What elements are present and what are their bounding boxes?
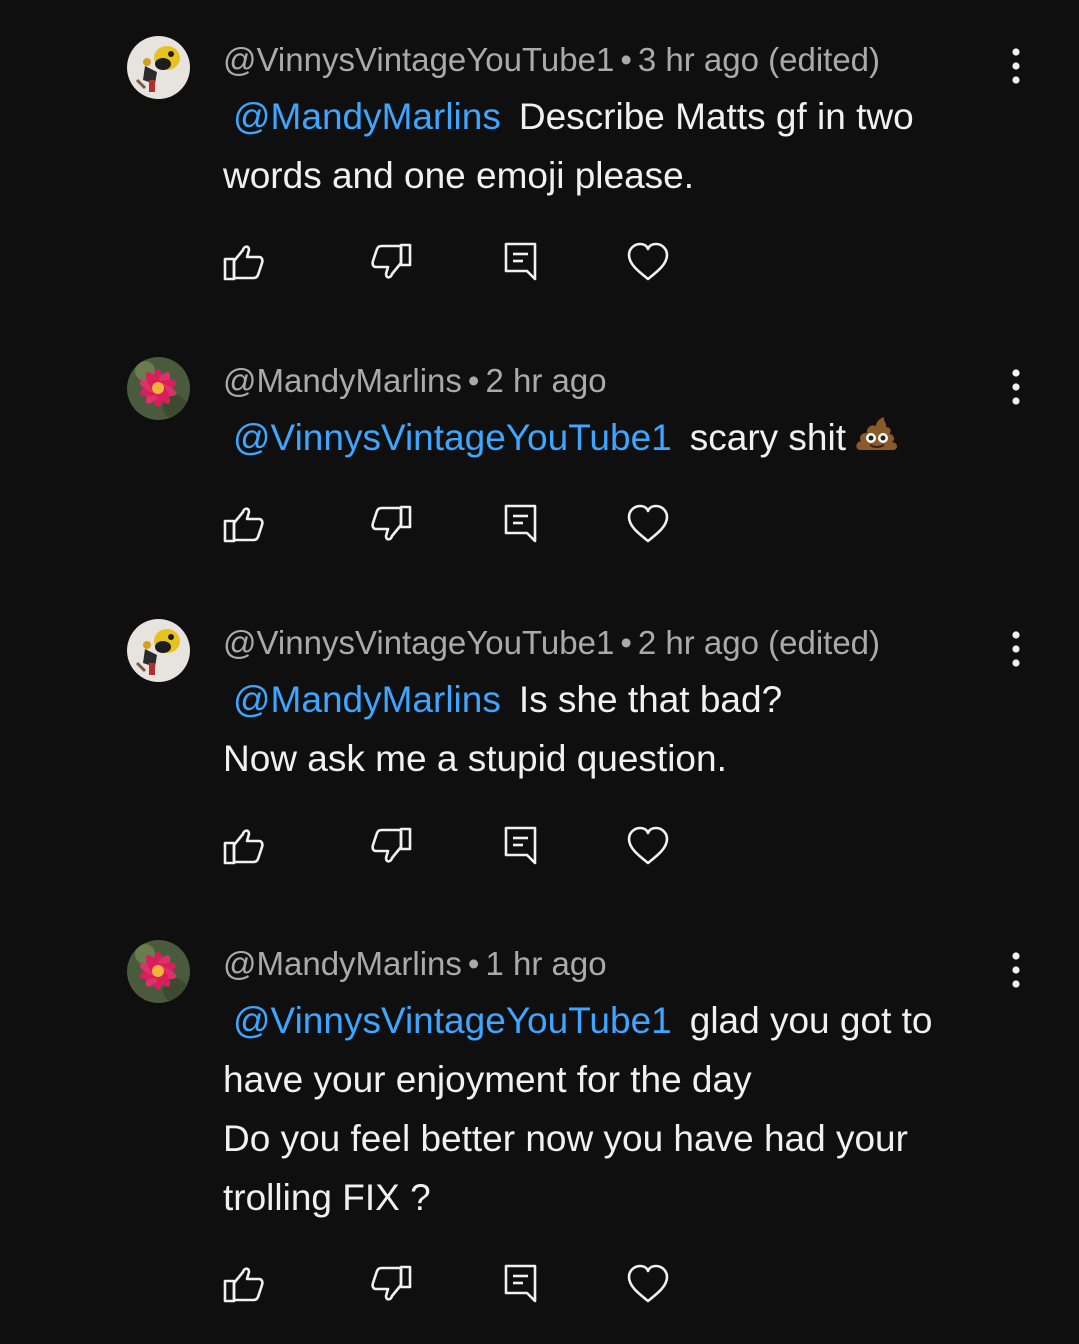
author-name[interactable]: @MandyMarlins <box>223 945 462 982</box>
toy-avatar-image <box>127 36 190 99</box>
comment-meta: @VinnysVintageYouTube1 • 2 hr ago (edited) <box>223 623 880 663</box>
more-vertical-icon[interactable] <box>1001 44 1031 88</box>
heart-icon[interactable] <box>626 824 670 868</box>
comment-line: have your enjoyment for the day <box>223 1059 752 1100</box>
heart-icon[interactable] <box>626 502 670 546</box>
comment-text: Is she that bad? <box>518 679 783 720</box>
thumbs-up-icon[interactable] <box>222 240 266 284</box>
mention-link[interactable]: @MandyMarlins <box>233 679 501 720</box>
thumbs-down-icon[interactable] <box>369 1262 413 1306</box>
comment-line: @VinnysVintageYouTube1 scary shit <box>223 408 1023 471</box>
comment-actions <box>222 824 682 868</box>
comment-line: @MandyMarlins Describe Matts gf in two <box>223 87 1023 146</box>
comment-text: Describe Matts gf in two <box>518 96 914 137</box>
meta-separator: • <box>620 624 632 661</box>
comment-line: Do you feel better now you have had your <box>223 1118 908 1159</box>
avatar[interactable] <box>127 357 190 420</box>
heart-icon[interactable] <box>626 240 670 284</box>
thumbs-down-icon[interactable] <box>369 502 413 546</box>
meta-separator: • <box>467 945 480 982</box>
mention-link[interactable]: @VinnysVintageYouTube1 <box>233 417 672 458</box>
comment-meta: @VinnysVintageYouTube1 • 3 hr ago (edited) <box>223 40 880 80</box>
comment-actions <box>222 240 682 284</box>
comment-time: 1 hr ago <box>485 945 607 982</box>
comment-text: scary shit <box>689 417 847 458</box>
flower-avatar-image <box>127 357 190 420</box>
comment-line: Now ask me a stupid question. <box>223 738 727 779</box>
comment-time: 2 hr ago <box>485 362 607 399</box>
thumbs-up-icon[interactable] <box>222 1262 266 1306</box>
reply-icon[interactable] <box>499 824 543 868</box>
more-vertical-icon[interactable] <box>1001 948 1031 992</box>
comment-line: @MandyMarlins Is she that bad? <box>223 670 1023 729</box>
comment-meta: @MandyMarlins • 1 hr ago <box>223 944 607 984</box>
thumbs-down-icon[interactable] <box>369 824 413 868</box>
comment-body: @MandyMarlins Is she that bad? Now ask me… <box>223 670 1023 788</box>
reply-icon[interactable] <box>499 1262 543 1306</box>
more-vertical-icon[interactable] <box>1001 365 1031 409</box>
reply-icon[interactable] <box>499 502 543 546</box>
comment-time: 2 hr ago (edited) <box>637 624 881 661</box>
mention-link[interactable]: @VinnysVintageYouTube1 <box>233 1000 672 1041</box>
thumbs-down-icon[interactable] <box>369 240 413 284</box>
comment-body: @VinnysVintageYouTube1 glad you got to ha… <box>223 991 1023 1227</box>
more-vertical-icon[interactable] <box>1001 627 1031 671</box>
author-name[interactable]: @MandyMarlins <box>223 362 462 399</box>
author-name[interactable]: @VinnysVintageYouTube1 <box>223 41 614 78</box>
comment-meta: @MandyMarlins • 2 hr ago <box>223 361 607 401</box>
pile-of-poo-emoji <box>854 412 900 471</box>
comment-time: 3 hr ago (edited) <box>637 41 881 78</box>
avatar[interactable] <box>127 619 190 682</box>
comment-actions <box>222 502 682 546</box>
reply-icon[interactable] <box>499 240 543 284</box>
avatar[interactable] <box>127 940 190 1003</box>
mention-link[interactable]: @MandyMarlins <box>233 96 501 137</box>
comment-line: @VinnysVintageYouTube1 glad you got to <box>223 991 1023 1050</box>
comment-line: trolling FIX ? <box>223 1177 431 1218</box>
thumbs-up-icon[interactable] <box>222 502 266 546</box>
meta-separator: • <box>467 362 480 399</box>
comment-line: words and one emoji please. <box>223 155 695 196</box>
comment-text: glad you got to <box>689 1000 933 1041</box>
flower-avatar-image <box>127 940 190 1003</box>
toy-avatar-image <box>127 619 190 682</box>
author-name[interactable]: @VinnysVintageYouTube1 <box>223 624 614 661</box>
heart-icon[interactable] <box>626 1262 670 1306</box>
comment-body: @MandyMarlins Describe Matts gf in two wo… <box>223 87 1023 205</box>
thumbs-up-icon[interactable] <box>222 824 266 868</box>
avatar[interactable] <box>127 36 190 99</box>
comment-actions <box>222 1262 682 1306</box>
meta-separator: • <box>620 41 632 78</box>
comment-body: @VinnysVintageYouTube1 scary shit <box>223 408 1023 471</box>
